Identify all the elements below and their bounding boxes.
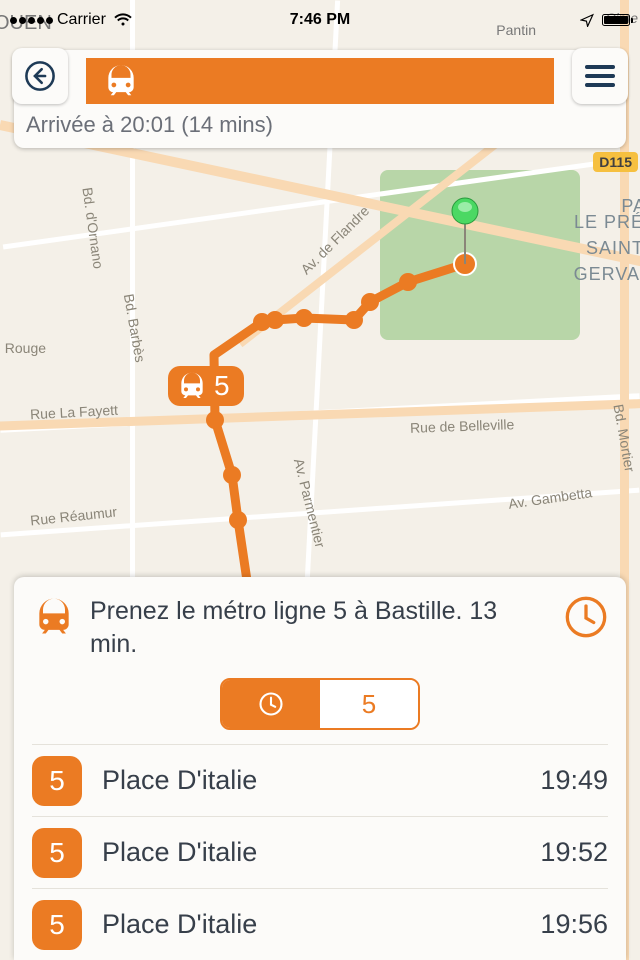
signal-strength-icon: [10, 17, 53, 24]
back-arrow-icon: [23, 59, 57, 93]
departure-destination: Place D'italie: [102, 909, 520, 940]
route-line-badge: 5: [168, 366, 244, 406]
status-bar: Carrier 7:46 PM: [0, 0, 640, 40]
departures-list: 5 Place D'italie 19:49 5 Place D'italie …: [32, 744, 608, 960]
wifi-icon: [114, 13, 132, 27]
destination-pin: [450, 196, 480, 266]
segment-line[interactable]: 5: [320, 680, 418, 728]
location-indicator-icon: [580, 13, 594, 27]
carrier-label: Carrier: [57, 11, 106, 29]
clock-icon[interactable]: [564, 595, 608, 639]
departure-time: 19:52: [540, 837, 608, 868]
departures-sheet[interactable]: Prenez le métro ligne 5 à Bastille. 13 m…: [14, 577, 626, 960]
metro-icon: [102, 62, 140, 100]
departure-destination: Place D'italie: [102, 837, 520, 868]
segment-time[interactable]: [222, 680, 320, 728]
metro-icon: [32, 595, 76, 639]
trip-summary-card: Arrivée à 20:01 (14 mins): [14, 50, 626, 148]
departure-row[interactable]: 5 Place D'italie 19:49: [32, 744, 608, 816]
trip-progress-bar[interactable]: [86, 58, 554, 104]
segmented-control: 5: [220, 678, 420, 730]
status-time: 7:46 PM: [290, 11, 350, 29]
departure-row[interactable]: 5 Place D'italie 19:56: [32, 888, 608, 960]
menu-button[interactable]: [572, 48, 628, 104]
battery-icon: [602, 14, 630, 26]
metro-icon: [176, 370, 208, 402]
line-badge: 5: [32, 756, 82, 806]
departure-row[interactable]: 5 Place D'italie 19:52: [32, 816, 608, 888]
hamburger-icon: [585, 64, 615, 88]
instruction-text: Prenez le métro ligne 5 à Bastille. 13 m…: [90, 595, 550, 660]
departure-time: 19:49: [540, 765, 608, 796]
departure-time: 19:56: [540, 909, 608, 940]
line-badge: 5: [32, 828, 82, 878]
back-button[interactable]: [12, 48, 68, 104]
arrival-text: Arrivée à 20:01 (14 mins): [22, 112, 618, 140]
departure-destination: Place D'italie: [102, 765, 520, 796]
route-line-number: 5: [214, 370, 230, 402]
clock-icon: [257, 690, 285, 718]
line-badge: 5: [32, 900, 82, 950]
